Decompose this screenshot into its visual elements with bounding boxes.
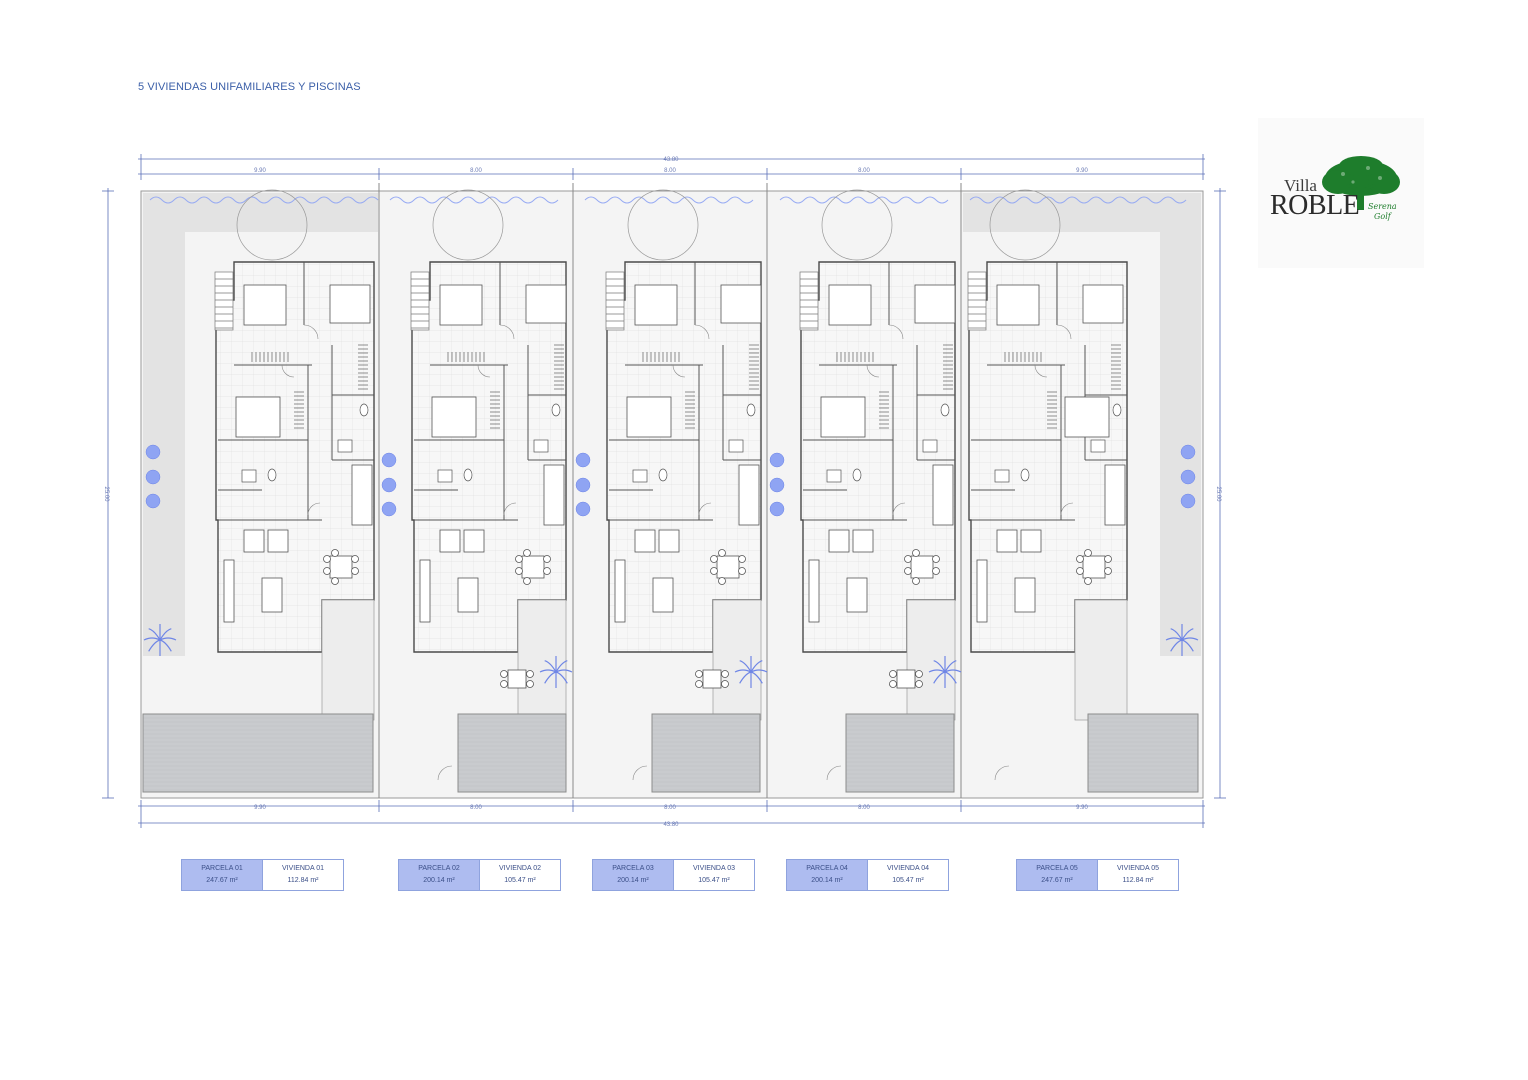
swimming-pool [457, 713, 567, 793]
staircase [410, 271, 430, 331]
kitchen-counter [351, 464, 373, 526]
kitchen-counter [932, 464, 954, 526]
dimension-label: 9.90 [254, 805, 266, 811]
kitchen-counter [543, 464, 565, 526]
logo-tag-golf: Golf [1374, 212, 1391, 221]
planter-icon [1180, 493, 1196, 509]
dimension-label: 8.00 [470, 168, 482, 174]
home-area: 112.84 m² [1122, 877, 1154, 884]
terrace [712, 599, 762, 721]
parcel-table-1: PARCELA 01 247.67 m² VIVIENDA 01 112.84 … [181, 859, 344, 891]
dimension-total-label: 43.80 [663, 157, 679, 163]
home-label: VIVIENDA 05 [1116, 865, 1160, 872]
planter-icon [1180, 444, 1196, 460]
parcel-table-4: PARCELA 04 200.14 m² VIVIENDA 04 105.47 … [786, 859, 949, 891]
staircase [605, 271, 625, 331]
staircase [214, 271, 234, 331]
terrace [517, 599, 567, 721]
parcel-label: PARCELA 01 [201, 865, 243, 872]
parcel-area: 247.67 m² [1041, 877, 1073, 884]
terrace [1074, 599, 1128, 721]
home-cell: VIVIENDA 03 105.47 m² [673, 860, 754, 890]
swimming-pool [142, 713, 374, 793]
home-area: 105.47 m² [504, 877, 536, 884]
dimension-depth-label: 25.00 [103, 486, 109, 502]
home-cell: VIVIENDA 04 105.47 m² [867, 860, 948, 890]
dimension-label: 8.00 [664, 805, 676, 811]
home-label: VIVIENDA 03 [692, 865, 736, 872]
villa-roble-logo: Villa ROBLE Serena Golf [1258, 118, 1424, 268]
planter-icon [769, 452, 785, 468]
dimension-label: 8.00 [470, 805, 482, 811]
parcel-cell: PARCELA 01 247.67 m² [182, 860, 262, 890]
home-label: VIVIENDA 02 [498, 865, 542, 872]
kitchen-counter [738, 464, 760, 526]
dimension-label: 8.00 [664, 168, 676, 174]
planter-icon [769, 501, 785, 517]
kitchen-counter [1104, 464, 1126, 526]
logo-roble-text: ROBLE [1270, 190, 1360, 221]
parcel-label: PARCELA 02 [418, 865, 460, 872]
planter-icon [1180, 469, 1196, 485]
dimension-label: 8.00 [858, 168, 870, 174]
planter-icon [381, 501, 397, 517]
planter-icon [381, 477, 397, 493]
planter-icon [145, 444, 161, 460]
home-area: 105.47 m² [698, 877, 730, 884]
parcel-label: PARCELA 03 [612, 865, 654, 872]
swimming-pool [845, 713, 955, 793]
planter-icon [769, 477, 785, 493]
parcel-label: PARCELA 04 [806, 865, 848, 872]
terrace [906, 599, 956, 721]
dimension-total-label: 43.80 [663, 822, 679, 828]
parcel-area: 200.14 m² [811, 877, 843, 884]
logo-tag-serena: Serena [1368, 202, 1397, 211]
parcel-label: PARCELA 05 [1036, 865, 1078, 872]
dimension-label: 8.00 [858, 805, 870, 811]
staircase [967, 271, 987, 331]
home-area: 112.84 m² [287, 877, 319, 884]
parcel-area: 200.14 m² [617, 877, 649, 884]
planter-icon [575, 452, 591, 468]
parcel-cell: PARCELA 03 200.14 m² [593, 860, 673, 890]
terrace [321, 599, 375, 721]
home-cell: VIVIENDA 05 112.84 m² [1097, 860, 1178, 890]
dimension-label: 9.90 [1076, 805, 1088, 811]
parcel-area: 247.67 m² [206, 877, 238, 884]
home-area: 105.47 m² [892, 877, 924, 884]
planter-icon [381, 452, 397, 468]
dimension-depth-label: 25.00 [1215, 486, 1221, 502]
planter-icon [145, 493, 161, 509]
staircase [799, 271, 819, 331]
home-label: VIVIENDA 04 [886, 865, 930, 872]
planter-icon [575, 477, 591, 493]
planter-icon [145, 469, 161, 485]
parcel-cell: PARCELA 05 247.67 m² [1017, 860, 1097, 890]
swimming-pool [1087, 713, 1199, 793]
parcel-table-3: PARCELA 03 200.14 m² VIVIENDA 03 105.47 … [592, 859, 755, 891]
home-label: VIVIENDA 01 [281, 865, 325, 872]
swimming-pool [651, 713, 761, 793]
plan-sheet: 5 VIVIENDAS UNIFAMILIARES Y PISCINAS 9.9… [0, 0, 1528, 1080]
parcel-table-5: PARCELA 05 247.67 m² VIVIENDA 05 112.84 … [1016, 859, 1179, 891]
dimension-label: 9.90 [1076, 168, 1088, 174]
parcel-table-2: PARCELA 02 200.14 m² VIVIENDA 02 105.47 … [398, 859, 561, 891]
planter-icon [575, 501, 591, 517]
parcel-cell: PARCELA 04 200.14 m² [787, 860, 867, 890]
dimension-label: 9.90 [254, 168, 266, 174]
parcel-area: 200.14 m² [423, 877, 455, 884]
home-cell: VIVIENDA 01 112.84 m² [262, 860, 343, 890]
parcel-cell: PARCELA 02 200.14 m² [399, 860, 479, 890]
home-cell: VIVIENDA 02 105.47 m² [479, 860, 560, 890]
